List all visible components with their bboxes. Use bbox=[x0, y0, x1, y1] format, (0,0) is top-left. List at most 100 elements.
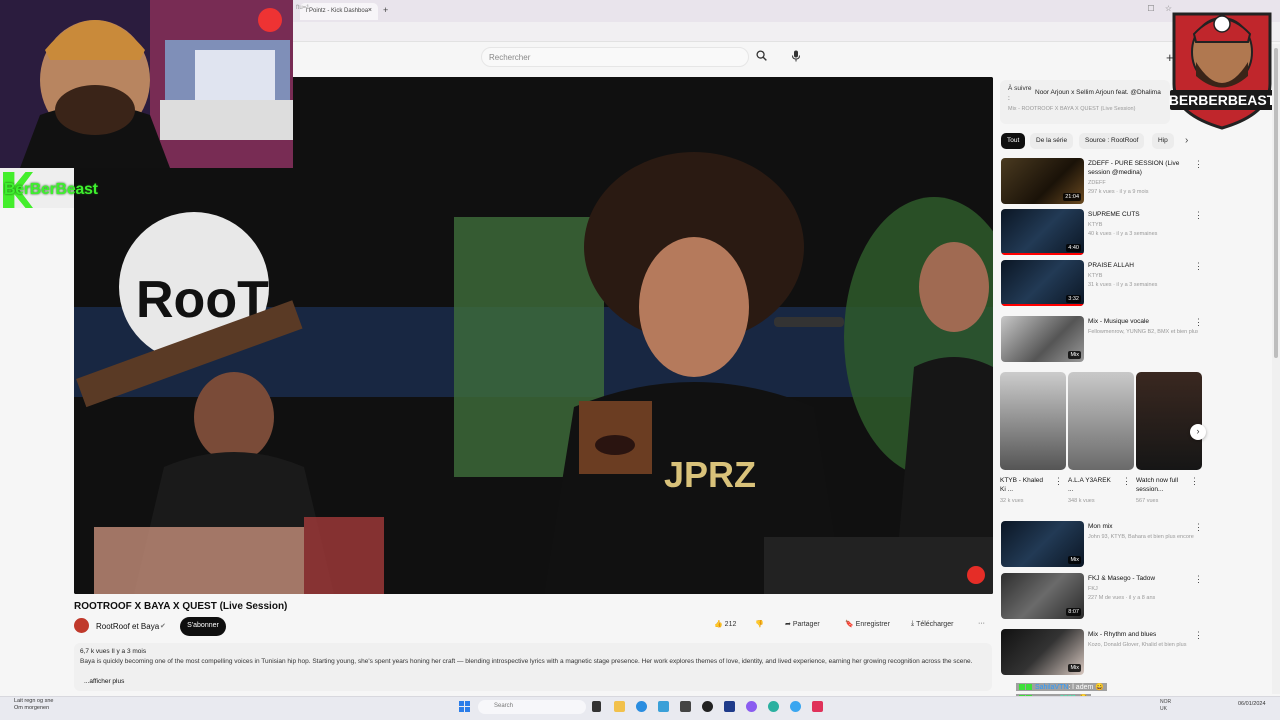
watch-progress bbox=[1001, 253, 1084, 255]
mail-icon[interactable] bbox=[724, 701, 735, 712]
taskbar-search[interactable]: Search bbox=[478, 700, 586, 714]
chip-hip[interactable]: Hip bbox=[1152, 133, 1174, 149]
duration-badge: 8:07 bbox=[1066, 608, 1081, 616]
discord-icon[interactable] bbox=[746, 701, 757, 712]
more-vert-icon[interactable]: ⋮ bbox=[1194, 522, 1203, 533]
rec-item[interactable]: Mix Mon mix John 93, KTYB, Bahara et bie… bbox=[1001, 521, 1203, 567]
rec-stats: 297 k vues · il y a 9 mois bbox=[1088, 189, 1149, 195]
subscribe-button[interactable]: S'abonner bbox=[180, 617, 226, 636]
rec-title[interactable]: Mon mix bbox=[1088, 522, 1191, 531]
rec-thumbnail[interactable]: 21:04 bbox=[1001, 158, 1084, 204]
app-icon[interactable] bbox=[680, 701, 691, 712]
up-next-subtitle: Mix - ROOTROOF X BAYA X QUEST (Live Sess… bbox=[1008, 106, 1136, 112]
search-input[interactable]: Rechercher bbox=[481, 47, 749, 67]
more-vert-icon[interactable]: ⋮ bbox=[1194, 574, 1203, 585]
more-vert-icon[interactable]: ⋮ bbox=[1194, 210, 1203, 221]
browser-tab[interactable]: l Pointz - Kick Dashboa × bbox=[300, 3, 378, 20]
save-button[interactable]: 🔖 Enregistrer bbox=[845, 620, 890, 632]
rec-thumbnail[interactable]: Mix bbox=[1001, 629, 1084, 675]
short-thumbnail[interactable] bbox=[1136, 372, 1202, 470]
download-button[interactable]: ⤓ Télécharger bbox=[911, 620, 953, 632]
up-next-title[interactable]: Noor Arjoun x Sellim Arjoun feat. @Dhali… bbox=[1035, 89, 1170, 96]
short-views: 32 k vues bbox=[1000, 498, 1024, 504]
like-button[interactable]: 👍 212 bbox=[714, 620, 736, 632]
short-title[interactable]: KTYB - Khaled Ki ... bbox=[1000, 476, 1050, 494]
rec-thumbnail[interactable]: 4:40 bbox=[1001, 209, 1084, 255]
rec-stats: Fellowmenrow, YUNNG B2, BMX et bien plus bbox=[1088, 329, 1198, 335]
thumbs-down-icon: 👎 bbox=[755, 621, 764, 628]
more-actions-button[interactable]: ··· bbox=[978, 620, 985, 632]
more-vert-icon[interactable]: ⋮ bbox=[1194, 630, 1203, 641]
short-thumbnail[interactable] bbox=[1068, 372, 1134, 470]
more-vert-icon[interactable]: ⋮ bbox=[1122, 476, 1131, 487]
taskbar-clock[interactable]: 06/01/2024 bbox=[1238, 701, 1266, 708]
steam-icon[interactable] bbox=[702, 701, 713, 712]
tray-line-2: UK bbox=[1160, 706, 1167, 712]
chip-series[interactable]: De la série bbox=[1030, 133, 1074, 149]
rec-title[interactable]: FKJ & Masego - Tadow bbox=[1088, 574, 1191, 583]
chevron-right-icon[interactable]: › bbox=[1185, 135, 1188, 146]
chat-user: SahilaVTN bbox=[1034, 684, 1069, 691]
rec-item[interactable]: Mix Mix - Rhythm and blues Kozo, Donald … bbox=[1001, 629, 1203, 675]
short-thumbnail[interactable] bbox=[1000, 372, 1066, 470]
thumbs-up-icon: 👍 bbox=[714, 621, 723, 628]
download-label: Télécharger bbox=[916, 620, 954, 628]
rec-thumbnail[interactable]: Mix bbox=[1001, 521, 1084, 567]
rec-item[interactable]: 3:32 PRAISE ALLAH KTYB 31 k vues · il y … bbox=[1001, 260, 1203, 306]
search-icon[interactable] bbox=[756, 50, 767, 61]
chip-source[interactable]: Source : RootRoof bbox=[1079, 133, 1145, 149]
rec-item[interactable]: 21:04 ZDEFF - PURE SESSION (Live session… bbox=[1001, 158, 1203, 204]
up-next-label: À suivre : bbox=[1008, 85, 1032, 102]
more-vert-icon[interactable]: ⋮ bbox=[1194, 317, 1203, 328]
rec-thumbnail[interactable]: Mix bbox=[1001, 316, 1084, 362]
video-meta: 6,7 k vues Il y a 3 mois bbox=[80, 648, 147, 655]
scrollbar-thumb[interactable] bbox=[1274, 48, 1278, 358]
rec-channel: FKJ bbox=[1088, 586, 1098, 592]
rec-title[interactable]: PRAISE ALLAH bbox=[1088, 261, 1191, 270]
browser-icon[interactable] bbox=[790, 701, 801, 712]
store-icon[interactable] bbox=[658, 701, 669, 712]
task-view-icon[interactable] bbox=[592, 701, 601, 712]
rec-item[interactable]: 4:40 SUPREME CUTS KTYB 40 k vues · il y … bbox=[1001, 209, 1203, 255]
rec-item[interactable]: 8:07 FKJ & Masego - Tadow FKJ 227 M de v… bbox=[1001, 573, 1203, 619]
dislike-button[interactable]: 👎 bbox=[755, 620, 764, 632]
system-tray[interactable]: NOR UK bbox=[1160, 699, 1171, 713]
duration-badge: Mix bbox=[1068, 664, 1081, 672]
video-description: Baya is quickly becoming one of the most… bbox=[80, 658, 973, 665]
show-more-link[interactable]: ...afficher plus bbox=[84, 678, 124, 685]
chip-all[interactable]: Tout bbox=[1001, 133, 1026, 149]
more-vert-icon[interactable]: ⋮ bbox=[1190, 476, 1199, 487]
rec-thumbnail[interactable]: 8:07 bbox=[1001, 573, 1084, 619]
windows-start-icon[interactable] bbox=[459, 701, 470, 712]
duration-badge: 3:32 bbox=[1066, 295, 1081, 303]
more-vert-icon[interactable]: ⋮ bbox=[1054, 476, 1063, 487]
channel-avatar[interactable] bbox=[74, 618, 89, 633]
short-title[interactable]: A.L.A Y3AREK ... bbox=[1068, 476, 1118, 494]
chevron-right-icon[interactable]: › bbox=[1190, 424, 1206, 440]
rec-title[interactable]: Mix - Rhythm and blues bbox=[1088, 630, 1191, 639]
file-explorer-icon[interactable] bbox=[614, 701, 625, 712]
short-title[interactable]: Watch now full session... bbox=[1136, 476, 1186, 494]
webcam-overlay bbox=[0, 0, 293, 168]
rec-title[interactable]: Mix - Musique vocale bbox=[1088, 317, 1191, 326]
description-box[interactable] bbox=[74, 643, 992, 691]
url-text: ftu=1 bbox=[296, 5, 310, 11]
rec-title[interactable]: ZDEFF - PURE SESSION (Live session @medi… bbox=[1088, 159, 1191, 177]
tiktok-icon[interactable] bbox=[812, 701, 823, 712]
logo-text: BERBERBEAST bbox=[1169, 92, 1276, 108]
rec-item[interactable]: Mix Mix - Musique vocale Fellowmenrow, Y… bbox=[1001, 316, 1203, 362]
rec-thumbnail[interactable]: 3:32 bbox=[1001, 260, 1084, 306]
weather-widget[interactable]: Lait regn og sne Om morgenen bbox=[14, 698, 53, 712]
share-label: Partager bbox=[792, 620, 820, 628]
more-vert-icon[interactable]: ⋮ bbox=[1194, 261, 1203, 272]
more-vert-icon[interactable]: ⋮ bbox=[1194, 159, 1203, 170]
new-tab-icon[interactable]: + bbox=[383, 5, 388, 15]
edge-icon[interactable] bbox=[636, 701, 647, 712]
share-button[interactable]: ➦ Partager bbox=[785, 620, 820, 632]
chrome-icon[interactable] bbox=[768, 701, 779, 712]
shorts-shelf: KTYB - Khaled Ki ... 32 k vues ⋮ A.L.A Y… bbox=[1000, 372, 1202, 512]
channel-name[interactable]: RootRoof et Baya bbox=[96, 622, 159, 631]
tab-close-icon[interactable]: × bbox=[368, 7, 372, 14]
mic-icon[interactable] bbox=[791, 50, 801, 62]
rec-title[interactable]: SUPREME CUTS bbox=[1088, 210, 1191, 219]
